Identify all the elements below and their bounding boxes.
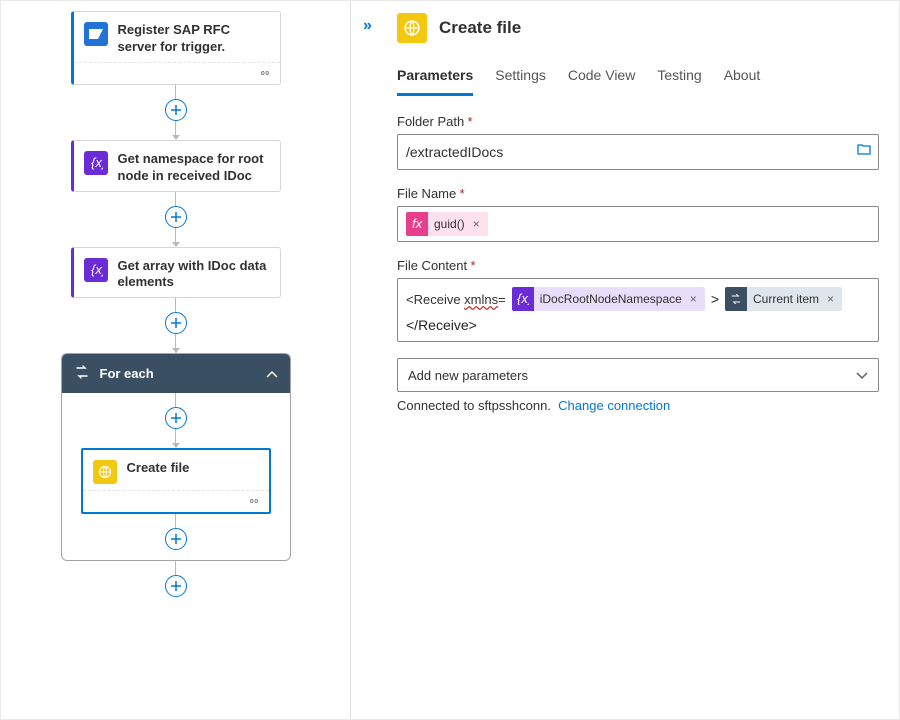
panel-tabs: Parameters Settings Code View Testing Ab…	[397, 61, 879, 96]
add-step-button[interactable]	[165, 206, 187, 228]
variable-icon: {x}	[512, 287, 534, 311]
sftp-icon	[93, 460, 117, 484]
connection-info: Connected to sftpsshconn. Change connect…	[397, 398, 879, 413]
file-name-input[interactable]: fx guid() ×	[397, 206, 879, 242]
chevron-down-icon	[856, 368, 868, 383]
add-step-button[interactable]	[165, 312, 187, 334]
step-title: Register SAP RFC server for trigger.	[118, 22, 270, 56]
file-content-input[interactable]: <Receive xmlns= {x} iDocRootNodeNamespac…	[397, 278, 879, 342]
content-text: <Receive xmlns=	[406, 291, 506, 307]
sftp-icon	[397, 13, 427, 43]
field-folder-path: Folder Path *	[397, 114, 879, 170]
connector	[165, 192, 187, 247]
tab-parameters[interactable]: Parameters	[397, 61, 473, 96]
field-label: File Name *	[397, 186, 879, 201]
loop-icon	[74, 364, 90, 383]
token-remove-button[interactable]: ×	[471, 217, 482, 231]
add-step-button[interactable]	[165, 575, 187, 597]
svg-text:fx: fx	[412, 218, 423, 230]
field-file-content: File Content * <Receive xmlns= {x} iDocR…	[397, 258, 879, 342]
step-create-file[interactable]: Create file	[81, 448, 271, 514]
tab-code-view[interactable]: Code View	[568, 61, 635, 96]
panel-header: Create file	[397, 13, 879, 61]
tab-settings[interactable]: Settings	[495, 61, 546, 96]
content-text: >	[711, 291, 719, 307]
chevron-up-icon	[266, 366, 278, 381]
step-get-namespace[interactable]: {x} Get namespace for root node in recei…	[71, 140, 281, 192]
connector	[165, 393, 187, 448]
token-guid[interactable]: fx guid() ×	[406, 212, 488, 236]
field-label: Folder Path *	[397, 114, 879, 129]
for-each-header[interactable]: For each	[62, 354, 290, 393]
folder-path-input[interactable]	[397, 134, 879, 170]
svg-text:{x}: {x}	[91, 156, 103, 170]
panel-title: Create file	[439, 18, 521, 38]
fx-icon: fx	[406, 212, 428, 236]
token-current-item[interactable]: Current item ×	[725, 287, 842, 311]
step-register-sap-rfc[interactable]: Register SAP RFC server for trigger.	[71, 11, 281, 85]
add-step-button[interactable]	[165, 528, 187, 550]
add-step-button[interactable]	[165, 99, 187, 121]
designer-canvas: Register SAP RFC server for trigger. {x}…	[1, 1, 351, 719]
folder-path-text[interactable]	[406, 140, 870, 164]
change-connection-link[interactable]: Change connection	[558, 398, 670, 413]
link-icon	[258, 66, 272, 81]
field-file-name: File Name * fx guid() ×	[397, 186, 879, 242]
add-new-parameters-dropdown[interactable]: Add new parameters	[397, 358, 879, 392]
details-panel: » Create file Parameters Settings Code V…	[351, 1, 899, 719]
step-get-array[interactable]: {x} Get array with IDoc data elements	[71, 247, 281, 299]
loop-icon	[725, 287, 747, 311]
step-title: Get namespace for root node in received …	[118, 151, 270, 185]
collapse-panel-button[interactable]: »	[363, 17, 372, 35]
token-remove-button[interactable]: ×	[825, 292, 836, 306]
for-each-title: For each	[100, 366, 256, 381]
token-remove-button[interactable]: ×	[688, 292, 699, 306]
connector	[165, 514, 187, 550]
step-for-each: For each Create file	[61, 353, 291, 561]
connector	[165, 85, 187, 140]
sap-icon	[84, 22, 108, 46]
connector	[165, 298, 187, 353]
add-step-button[interactable]	[165, 407, 187, 429]
folder-picker-icon[interactable]	[856, 141, 872, 160]
svg-text:{x}: {x}	[91, 263, 103, 277]
variable-icon: {x}	[84, 258, 108, 282]
field-label: File Content *	[397, 258, 879, 273]
tab-testing[interactable]: Testing	[657, 61, 701, 96]
token-idoc-namespace[interactable]: {x} iDocRootNodeNamespace ×	[512, 287, 705, 311]
content-text: </Receive>	[406, 317, 870, 333]
tab-about[interactable]: About	[724, 61, 761, 96]
step-title: Get array with IDoc data elements	[118, 258, 270, 292]
connector	[165, 561, 187, 597]
variable-icon: {x}	[84, 151, 108, 175]
svg-text:{x}: {x}	[517, 293, 529, 305]
link-icon	[247, 494, 261, 509]
step-title: Create file	[127, 460, 190, 477]
